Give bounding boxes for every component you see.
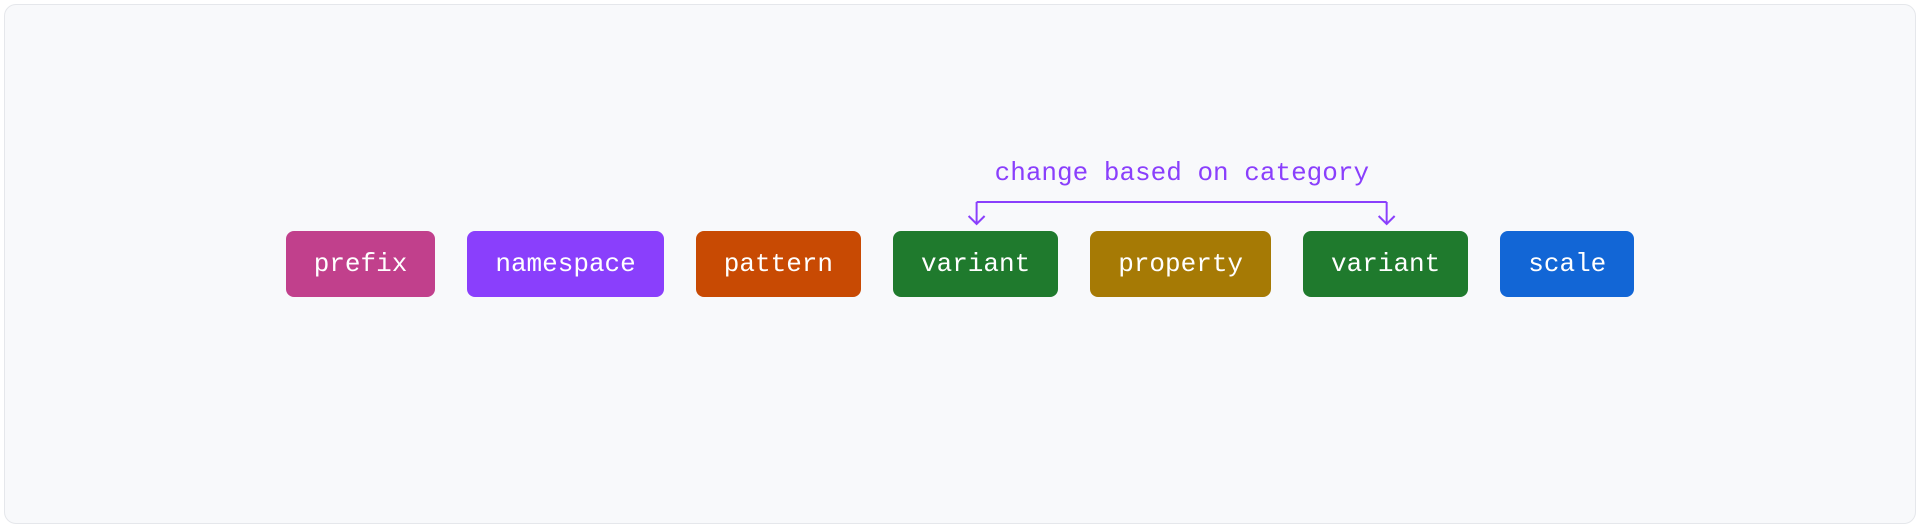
token-pattern: pattern [696, 231, 861, 297]
token-row: prefix namespace pattern variant property var… [286, 231, 1635, 297]
token-variant-1: variant [893, 231, 1058, 297]
token-variant-2: variant [1303, 231, 1468, 297]
annotation-label: change based on category [995, 158, 1369, 188]
token-property: property [1090, 231, 1271, 297]
token-prefix: prefix [286, 231, 436, 297]
diagram-container: change based on category prefix namespace… [4, 4, 1916, 524]
token-scale: scale [1500, 231, 1634, 297]
token-namespace: namespace [467, 231, 663, 297]
